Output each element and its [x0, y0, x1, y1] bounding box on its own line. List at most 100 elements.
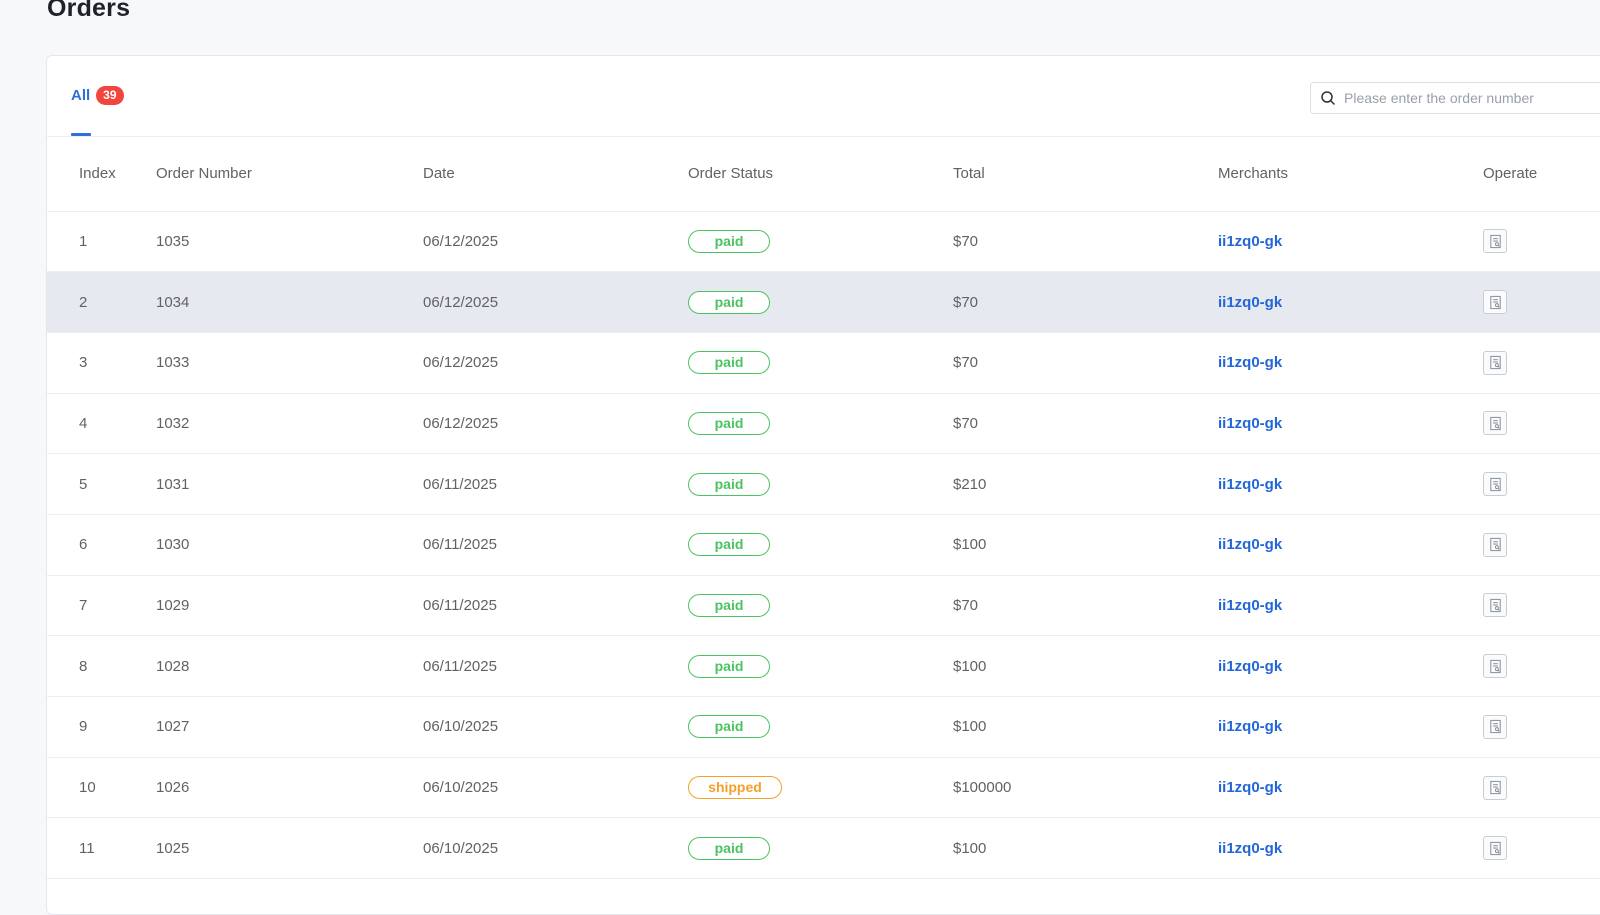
status-badge: paid	[688, 836, 770, 860]
cell-index: 9	[79, 718, 88, 736]
view-order-button[interactable]	[1483, 290, 1507, 315]
receipt-icon	[1489, 720, 1501, 734]
cell-operate	[1483, 272, 1600, 333]
table-row[interactable]: 2 1034 06/12/2025 paid $70 ii1zq0-gk	[47, 271, 1600, 333]
merchant-link[interactable]: ii1zq0-gk	[1218, 233, 1282, 250]
order-search-box[interactable]	[1310, 82, 1600, 114]
cell-order-status: paid	[688, 514, 953, 575]
cell-date: 06/12/2025	[423, 232, 499, 250]
receipt-icon	[1489, 841, 1501, 855]
cell-total: $70	[953, 232, 979, 250]
view-order-button[interactable]	[1483, 532, 1507, 557]
view-order-button[interactable]	[1483, 350, 1507, 375]
view-order-button[interactable]	[1483, 229, 1507, 254]
view-order-button[interactable]	[1483, 472, 1507, 497]
table-row[interactable]: 9 1027 06/10/2025 paid $100 ii1zq0-gk	[47, 697, 1600, 758]
cell-order-status: paid	[688, 272, 953, 333]
cell-total: $70	[953, 596, 979, 614]
view-order-button[interactable]	[1483, 836, 1507, 861]
cell-index: 5	[79, 475, 88, 493]
receipt-icon	[1489, 780, 1501, 795]
table-row[interactable]: 6 1030 06/11/2025 paid $100 ii1zq0-gk	[47, 514, 1600, 576]
cell-operate	[1483, 575, 1600, 636]
cell-date: 06/11/2025	[423, 596, 497, 614]
cell-merchant: ii1zq0-gk	[1218, 697, 1483, 758]
receipt-icon	[1489, 416, 1501, 431]
cell-index: 8	[79, 657, 88, 675]
cell-index: 3	[79, 354, 88, 372]
cell-merchant: ii1zq0-gk	[1218, 818, 1483, 879]
merchant-link[interactable]: ii1zq0-gk	[1218, 597, 1282, 614]
merchant-link[interactable]: ii1zq0-gk	[1218, 779, 1282, 796]
cell-date: 06/10/2025	[423, 779, 499, 797]
view-order-button[interactable]	[1483, 593, 1507, 618]
page-title: Orders	[47, 0, 131, 22]
receipt-icon	[1489, 295, 1501, 309]
merchant-link[interactable]: ii1zq0-gk	[1218, 658, 1282, 675]
cell-date: 06/11/2025	[423, 475, 497, 493]
merchant-link[interactable]: ii1zq0-gk	[1218, 415, 1282, 432]
merchant-link[interactable]: ii1zq0-gk	[1218, 840, 1282, 857]
table-row[interactable]: 5 1031 06/11/2025 paid $210 ii1zq0-gk	[47, 454, 1600, 515]
merchant-link[interactable]: ii1zq0-gk	[1218, 476, 1282, 493]
table-header-row: Index Order Number Date Order Status Tot…	[47, 137, 1600, 212]
cell-order-number: 1030	[156, 536, 190, 554]
tab-all[interactable]: All 39	[71, 86, 124, 105]
table-row[interactable]: 3 1033 06/12/2025 paid $70 ii1zq0-gk	[47, 332, 1600, 394]
table-row[interactable]: 8 1028 06/11/2025 paid $100 ii1zq0-gk	[47, 636, 1600, 697]
view-order-button[interactable]	[1483, 714, 1507, 739]
cell-merchant: ii1zq0-gk	[1218, 272, 1483, 333]
cell-merchant: ii1zq0-gk	[1218, 757, 1483, 818]
orders-table: Index Order Number Date Order Status Tot…	[47, 137, 1600, 879]
orders-table-body: 1 1035 06/12/2025 paid $70 ii1zq0-gk 2 1…	[47, 211, 1600, 879]
cell-order-status: paid	[688, 211, 953, 272]
merchant-link[interactable]: ii1zq0-gk	[1218, 718, 1282, 735]
cell-order-status: paid	[688, 454, 953, 515]
receipt-icon	[1489, 356, 1501, 370]
orders-card: All 39 Index Order Number Date Order Sta…	[46, 55, 1600, 915]
cell-order-status: paid	[688, 636, 953, 697]
cell-total: $70	[953, 354, 979, 372]
column-header-operate: Operate	[1483, 137, 1600, 212]
table-row[interactable]: 1 1035 06/12/2025 paid $70 ii1zq0-gk	[47, 211, 1600, 272]
view-order-button[interactable]	[1483, 654, 1507, 679]
cell-order-number: 1027	[156, 718, 190, 736]
cell-merchant: ii1zq0-gk	[1218, 514, 1483, 575]
table-row[interactable]: 7 1029 06/11/2025 paid $70 ii1zq0-gk	[47, 575, 1600, 636]
cell-operate	[1483, 454, 1600, 515]
cell-order-status: paid	[688, 575, 953, 636]
status-badge: paid	[688, 351, 770, 375]
active-tab-indicator	[71, 133, 91, 136]
view-order-button[interactable]	[1483, 775, 1507, 800]
column-header-order-status: Order Status	[688, 137, 953, 212]
status-badge: paid	[688, 533, 770, 557]
view-order-button[interactable]	[1483, 411, 1507, 436]
cell-index: 10	[79, 779, 96, 797]
cell-index: 1	[79, 232, 88, 250]
order-search-input[interactable]	[1344, 90, 1594, 106]
cell-total: $100	[953, 718, 987, 736]
cell-order-status: paid	[688, 393, 953, 454]
cell-total: $100	[953, 657, 987, 675]
table-row[interactable]: 10 1026 06/10/2025 shipped $100000 ii1zq…	[47, 757, 1600, 818]
cell-operate	[1483, 211, 1600, 272]
column-header-total: Total	[953, 137, 1218, 212]
table-row[interactable]: 11 1025 06/10/2025 paid $100 ii1zq0-gk	[47, 818, 1600, 879]
toolbar: All 39	[47, 56, 1600, 137]
cell-order-status: paid	[688, 697, 953, 758]
cell-order-number: 1032	[156, 414, 190, 432]
cell-order-number: 1028	[156, 657, 190, 675]
merchant-link[interactable]: ii1zq0-gk	[1218, 294, 1282, 311]
cell-index: 4	[79, 414, 88, 432]
cell-operate	[1483, 636, 1600, 697]
table-row[interactable]: 4 1032 06/12/2025 paid $70 ii1zq0-gk	[47, 393, 1600, 454]
merchant-link[interactable]: ii1zq0-gk	[1218, 536, 1282, 553]
merchant-link[interactable]: ii1zq0-gk	[1218, 354, 1282, 371]
cell-order-number: 1026	[156, 779, 190, 797]
receipt-icon	[1489, 477, 1501, 491]
status-badge: paid	[688, 593, 770, 617]
cell-order-status: shipped	[688, 757, 953, 818]
column-header-date: Date	[423, 137, 688, 212]
status-badge: paid	[688, 290, 770, 314]
receipt-icon	[1489, 659, 1501, 673]
